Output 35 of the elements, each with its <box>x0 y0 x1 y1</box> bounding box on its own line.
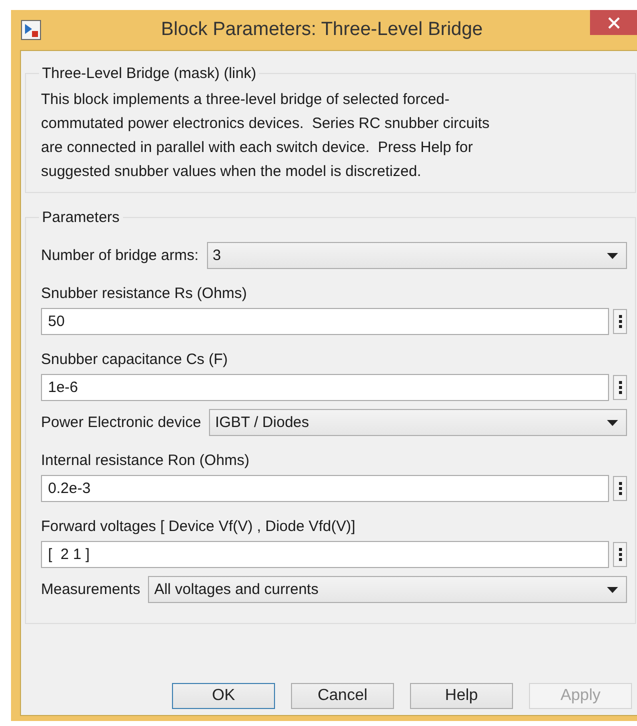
field-label: Power Electronic device <box>41 414 202 431</box>
field-label: Internal resistance Ron (Ohms) <box>41 452 250 469</box>
dropdown-arrow-icon <box>607 420 618 426</box>
dialog-button[interactable]: Help <box>410 683 513 709</box>
input-field[interactable]: [ 2 1 ] <box>41 541 609 568</box>
input-field[interactable]: 50 <box>41 308 609 335</box>
field-label: Snubber resistance Rs (Ohms) <box>41 285 248 302</box>
input-field[interactable]: 1e-6 <box>41 374 609 401</box>
field-label: Forward voltages [ Device Vf(V) , Diode Vfd(V)] <box>41 518 356 535</box>
more-icon <box>618 381 622 394</box>
dropdown-arrow-icon <box>607 586 618 592</box>
more-button[interactable] <box>613 542 627 567</box>
dropdown[interactable]: All voltages and currents <box>148 576 627 603</box>
more-button[interactable] <box>613 476 627 501</box>
more-icon <box>618 482 622 495</box>
input-field[interactable]: 0.2e-3 <box>41 475 609 502</box>
panel-legend: Parameters <box>39 209 123 226</box>
window-title: Block Parameters: Three-Level Bridge <box>161 19 483 41</box>
field-label: Measurements <box>41 581 140 598</box>
panel-legend: Three-Level Bridge (mask) (link) <box>39 65 260 82</box>
more-icon <box>618 548 622 561</box>
more-icon <box>618 315 622 328</box>
close-button[interactable] <box>590 10 637 35</box>
dropdown-arrow-icon <box>607 252 618 258</box>
more-button[interactable] <box>613 309 627 334</box>
dialog-button[interactable]: Cancel <box>291 683 394 709</box>
app-icon <box>21 20 41 40</box>
field-label: Number of bridge arms: <box>41 247 199 264</box>
more-button[interactable] <box>613 375 627 400</box>
field-label: Snubber capacitance Cs (F) <box>41 351 229 368</box>
dialog-button[interactable]: OK <box>172 683 275 709</box>
description-text: This block implements a three-level bridge of selected forced- commutated power electronics devices. Series RC snubber circuits are connected in parallel with each switch device. Press Help for suggested snubber values when the model is discretized. <box>41 90 491 182</box>
dropdown[interactable]: 3 <box>206 242 627 269</box>
close-icon <box>608 16 620 28</box>
dropdown[interactable]: IGBT / Diodes <box>209 409 627 436</box>
